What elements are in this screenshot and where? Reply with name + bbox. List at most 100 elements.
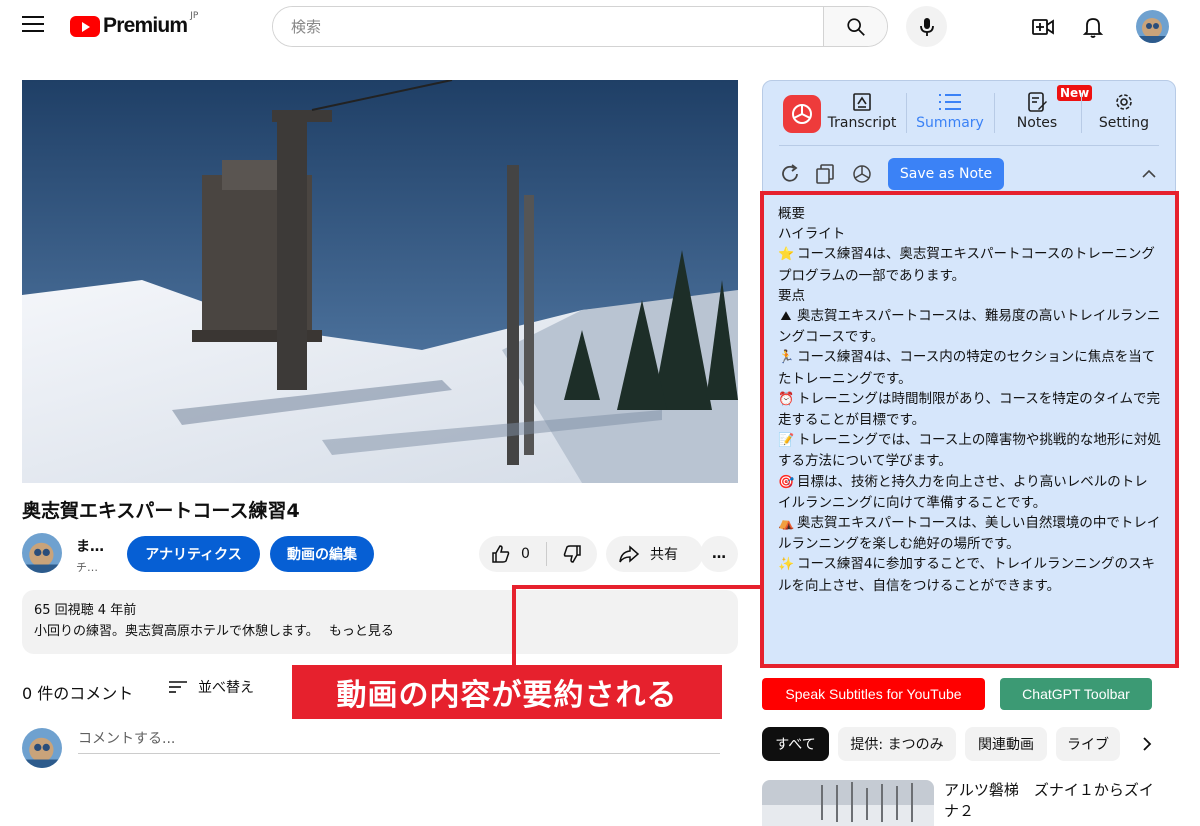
key-point: ⛰ 奥志賀エキスパートコースは、難易度の高いトレイルランニングコースです。 [778,306,1161,347]
thumbs-down-icon [563,545,581,563]
share-button[interactable]: 共有 [606,536,703,572]
commenter-avatar [22,728,62,768]
tab-summary[interactable]: Summary [907,89,993,139]
menu-icon[interactable] [22,16,44,34]
key-point-text: トレーニングでは、コース上の障害物や挑戦的な地形に対処する方法について学びます。 [778,432,1161,470]
bell-icon [1082,18,1104,38]
key-point: 🎯 目標は、技術と持久力を向上させ、より高いレベルのトレイルランニングに向けて準備… [778,472,1161,513]
summary-heading: 概要 [778,206,805,222]
key-point-text: 目標は、技術と持久力を向上させ、より高いレベルのトレイルランニングに向けて準備す… [778,473,1148,511]
dislike-button[interactable] [547,544,597,564]
key-point-text: コース練習4に参加することで、トレイルランニングのスキルを向上させ、自信をつける… [778,556,1155,594]
highlight-title: ハイライト [778,226,846,243]
search-button[interactable] [823,7,887,46]
openai-logo-icon [792,104,812,124]
analytics-button[interactable]: アナリティクス [127,536,260,572]
chip-live[interactable]: ライブ [1056,727,1120,761]
tab-setting[interactable]: Setting [1081,89,1167,139]
channel-name[interactable]: ま… [76,536,104,556]
chatgpt-button[interactable] [851,163,873,185]
extension-logo[interactable] [783,95,821,133]
video-frame [22,80,738,483]
notifications-button[interactable] [1078,12,1108,42]
like-dislike-group: 0 [479,536,597,572]
tab-transcript[interactable]: Transcript [819,89,905,139]
copy-button[interactable] [814,163,836,185]
show-more-link[interactable]: もっと見る [329,624,394,639]
logo-region: JP [190,11,199,21]
refresh-icon [782,164,798,182]
callout-connector-vertical [512,585,516,665]
description-text: 小回りの練習。奥志賀高原ホテルで休憩します。 [34,624,319,639]
chevron-up-icon [1142,169,1156,178]
copy-icon [816,164,834,184]
masthead: Premium JP [0,0,1200,56]
chip-from-channel[interactable]: 提供: まつのみ [838,727,956,761]
search-input[interactable] [273,7,823,46]
thumbs-up-icon [492,545,510,563]
recommended-title[interactable]: アルツ磐梯 ズナイ１からズイナ２ [944,780,1164,822]
like-button[interactable]: 0 [479,542,547,566]
avatar-image [1136,10,1169,43]
more-icon: … [712,546,726,562]
create-button[interactable] [1028,12,1058,42]
description-box[interactable]: 65 回視聴 4 年前 小回りの練習。奥志賀高原ホテルで休憩します。 もっと見る [22,590,738,654]
key-point-text: 奥志賀エキスパートコースは、美しい自然環境の中でトレイルランニングを楽しむ絶好の… [778,515,1161,553]
youtube-logo[interactable]: Premium JP [70,11,199,38]
speak-subtitles-button[interactable]: Speak Subtitles for YouTube [762,678,985,710]
comments-count: 0 件のコメント [22,684,134,703]
transcript-icon [853,93,871,111]
recommended-thumbnail[interactable] [762,780,934,826]
channel-avatar-image [22,533,62,573]
tab-label: Setting [1098,115,1150,131]
share-arrow-icon [619,545,640,563]
regenerate-button[interactable] [779,163,801,185]
alarm-clock-icon: ⏰ [778,391,795,407]
more-actions-button[interactable]: … [700,536,738,572]
key-point-text: トレーニングは時間制限があり、コースを特定のタイムで完走することが目標です。 [778,390,1161,429]
memo-icon: 📝 [778,433,795,449]
highlight-text: コース練習4は、奥志賀エキスパートコースのトレーニングプログラムの一部であります… [778,246,1155,284]
tab-label: Transcript [827,115,897,131]
tab-label: Notes [1016,115,1058,131]
target-icon: 🎯 [778,474,795,490]
notes-icon [1028,92,1047,112]
runner-icon: 🏃 [778,350,795,366]
camping-icon: ⛺ [778,516,795,532]
chatgpt-toolbar-button[interactable]: ChatGPT Toolbar [1000,678,1152,710]
chip-all[interactable]: すべて [762,727,829,761]
voice-search-button[interactable] [906,6,947,47]
sort-button[interactable]: 並べ替え [168,677,254,697]
key-point: 🏃 コース練習4は、コース内の特定のセクションに焦点を当てたトレーニングです。 [778,347,1161,388]
points-title: 要点 [778,287,805,304]
account-avatar[interactable] [1136,10,1169,43]
panel-divider [779,145,1159,146]
highlight-item: ⭐ コース練習4は、奥志賀エキスパートコースのトレーニングプログラムの一部でありま… [778,244,1161,285]
sort-icon [169,681,187,693]
callout-label: 動画の内容が要約される [292,665,722,719]
chips-next-button[interactable] [1140,734,1154,758]
channel-avatar[interactable] [22,533,62,573]
video-player[interactable] [22,80,738,483]
commenter-avatar-image [22,728,62,768]
mountain-icon: ⛰ [780,309,792,325]
chevron-right-icon [1143,737,1152,751]
comment-input[interactable]: コメントする... [78,728,720,754]
key-point: ⏰ トレーニングは時間制限があり、コースを特定のタイムで完走することが目標です。 [778,389,1161,430]
microphone-icon [919,17,934,36]
edit-video-button[interactable]: 動画の編集 [270,536,374,572]
recommended-thumbnail-image [762,780,934,826]
list-icon [939,94,961,110]
chip-related[interactable]: 関連動画 [965,727,1047,761]
summary-content: 概要 ハイライト ⭐ コース練習4は、奥志賀エキスパートコースのトレーニングプログ… [760,191,1179,668]
like-count: 0 [521,546,530,562]
collapse-button[interactable] [1141,165,1157,184]
key-point-text: 奥志賀エキスパートコースは、難易度の高いトレイルランニングコースです。 [778,308,1161,346]
sort-label: 並べ替え [198,680,254,696]
gear-icon [1116,94,1132,110]
key-point: ⛺ 奥志賀エキスパートコースは、美しい自然環境の中でトレイルランニングを楽しむ絶好… [778,513,1161,554]
save-as-note-button[interactable]: Save as Note [888,158,1004,190]
search-bar [272,6,888,47]
key-points-list: ⛰ 奥志賀エキスパートコースは、難易度の高いトレイルランニングコースです。 🏃 コース… [778,306,1161,596]
search-icon [846,17,865,36]
